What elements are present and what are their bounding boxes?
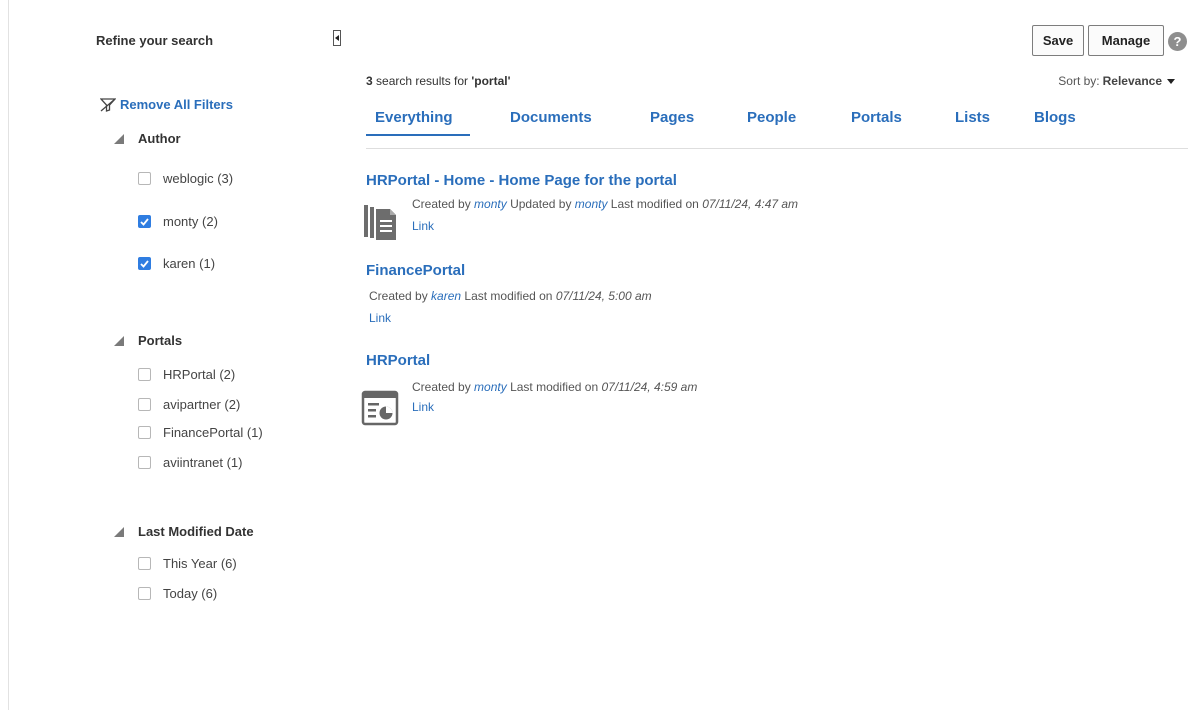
pages-icon: [364, 205, 396, 240]
checkbox[interactable]: [138, 368, 151, 381]
facet-option-avipartner[interactable]: avipartner (2): [138, 397, 240, 412]
remove-all-filters-label: Remove All Filters: [120, 97, 233, 112]
modified-date: 07/11/24, 4:47 am: [702, 197, 799, 211]
facet-option-label: monty (2): [163, 214, 218, 229]
created-by-label: Created by: [369, 289, 432, 303]
checkbox[interactable]: [138, 557, 151, 570]
result-title-link[interactable]: FinancePortal: [366, 262, 465, 279]
sort-label: Sort by:: [1058, 74, 1100, 88]
checkbox[interactable]: [138, 398, 151, 411]
collapse-triangle-icon: [114, 526, 124, 537]
result-link[interactable]: Link: [412, 219, 434, 233]
facet-option-label: avipartner (2): [163, 397, 241, 412]
collapse-triangle-icon: [114, 335, 124, 346]
modified-date: 07/11/24, 5:00 am: [555, 289, 652, 303]
tabs-divider: [366, 148, 1188, 149]
checkbox[interactable]: [138, 426, 151, 439]
facet-option-today[interactable]: Today (6): [138, 586, 217, 601]
author-link[interactable]: monty: [474, 197, 507, 211]
tab-pages[interactable]: Pages: [650, 109, 694, 126]
save-button[interactable]: Save: [1032, 25, 1084, 56]
active-tab-indicator: [366, 134, 470, 136]
checkbox-checked[interactable]: [138, 215, 151, 228]
result-link[interactable]: Link: [412, 400, 434, 414]
remove-all-filters-link[interactable]: Remove All Filters: [100, 97, 233, 112]
facet-option-monty[interactable]: monty (2): [138, 214, 218, 229]
facet-author-header[interactable]: Author: [114, 131, 181, 146]
results-count: 3: [366, 74, 373, 88]
facet-option-label: karen (1): [163, 256, 216, 271]
author-link[interactable]: monty: [474, 380, 507, 394]
facet-option-weblogic[interactable]: weblogic (3): [138, 171, 233, 186]
result-title-link[interactable]: HRPortal: [366, 352, 430, 369]
search-query: 'portal': [471, 74, 511, 88]
facet-option-label: This Year (6): [163, 556, 237, 571]
checkbox-checked[interactable]: [138, 257, 151, 270]
checkmark-icon: [140, 259, 149, 268]
result-link[interactable]: Link: [369, 311, 391, 325]
facet-last-modified-label: Last Modified Date: [138, 524, 254, 539]
modified-date: 07/11/24, 4:59 am: [601, 380, 698, 394]
collapse-triangle-icon: [114, 133, 124, 144]
facet-option-this-year[interactable]: This Year (6): [138, 556, 237, 571]
facet-portals-header[interactable]: Portals: [114, 333, 182, 348]
results-count-text: 3 search results for 'portal': [366, 74, 510, 88]
modified-label: Last modified on: [607, 197, 703, 211]
results-count-label: search results for: [372, 74, 472, 88]
sort-value: Relevance: [1102, 74, 1162, 88]
checkmark-icon: [140, 217, 149, 226]
modified-label: Last modified on: [506, 380, 602, 394]
facet-option-hrportal[interactable]: HRPortal (2): [138, 367, 235, 382]
filter-clear-icon: [100, 97, 116, 112]
tab-portals[interactable]: Portals: [851, 109, 902, 126]
portal-icon: [361, 390, 399, 426]
facet-option-label: Today (6): [163, 586, 218, 601]
page-edge-divider: [8, 0, 9, 710]
sort-dropdown[interactable]: Sort by: Relevance: [1058, 74, 1175, 88]
result-meta: Created by monty Updated by monty Last m…: [412, 197, 798, 211]
help-icon[interactable]: ?: [1168, 32, 1187, 51]
checkbox[interactable]: [138, 456, 151, 469]
result-meta: Created by karen Last modified on 07/11/…: [369, 289, 652, 303]
facet-option-financeportal[interactable]: FinancePortal (1): [138, 425, 263, 440]
facet-option-aviintranet[interactable]: aviintranet (1): [138, 455, 242, 470]
facet-last-modified-header[interactable]: Last Modified Date: [114, 524, 254, 539]
checkbox[interactable]: [138, 587, 151, 600]
tab-people[interactable]: People: [747, 109, 796, 126]
result-title-link[interactable]: HRPortal - Home - Home Page for the port…: [366, 172, 677, 189]
tab-blogs[interactable]: Blogs: [1034, 109, 1076, 126]
tab-lists[interactable]: Lists: [955, 109, 990, 126]
author-link[interactable]: karen: [431, 289, 461, 303]
refine-search-title: Refine your search: [96, 33, 214, 48]
created-by-label: Created by: [412, 380, 475, 394]
caret-down-icon: [1167, 78, 1175, 84]
result-meta: Created by monty Last modified on 07/11/…: [412, 380, 697, 394]
manage-button[interactable]: Manage: [1088, 25, 1164, 56]
facet-option-label: weblogic (3): [163, 171, 234, 186]
author-link[interactable]: monty: [575, 197, 608, 211]
checkbox[interactable]: [138, 172, 151, 185]
facet-option-karen[interactable]: karen (1): [138, 256, 215, 271]
created-by-label: Created by: [412, 197, 475, 211]
modified-label: Last modified on: [461, 289, 556, 303]
facet-option-label: HRPortal (2): [163, 367, 236, 382]
tab-everything[interactable]: Everything: [375, 109, 453, 126]
facet-option-label: FinancePortal (1): [163, 425, 263, 440]
facet-portals-label: Portals: [138, 333, 183, 348]
updated-by-label: Updated by: [506, 197, 575, 211]
collapse-panel-button[interactable]: [333, 30, 341, 46]
tab-documents[interactable]: Documents: [510, 109, 592, 126]
facet-option-label: aviintranet (1): [163, 455, 243, 470]
facet-author-label: Author: [138, 131, 181, 146]
